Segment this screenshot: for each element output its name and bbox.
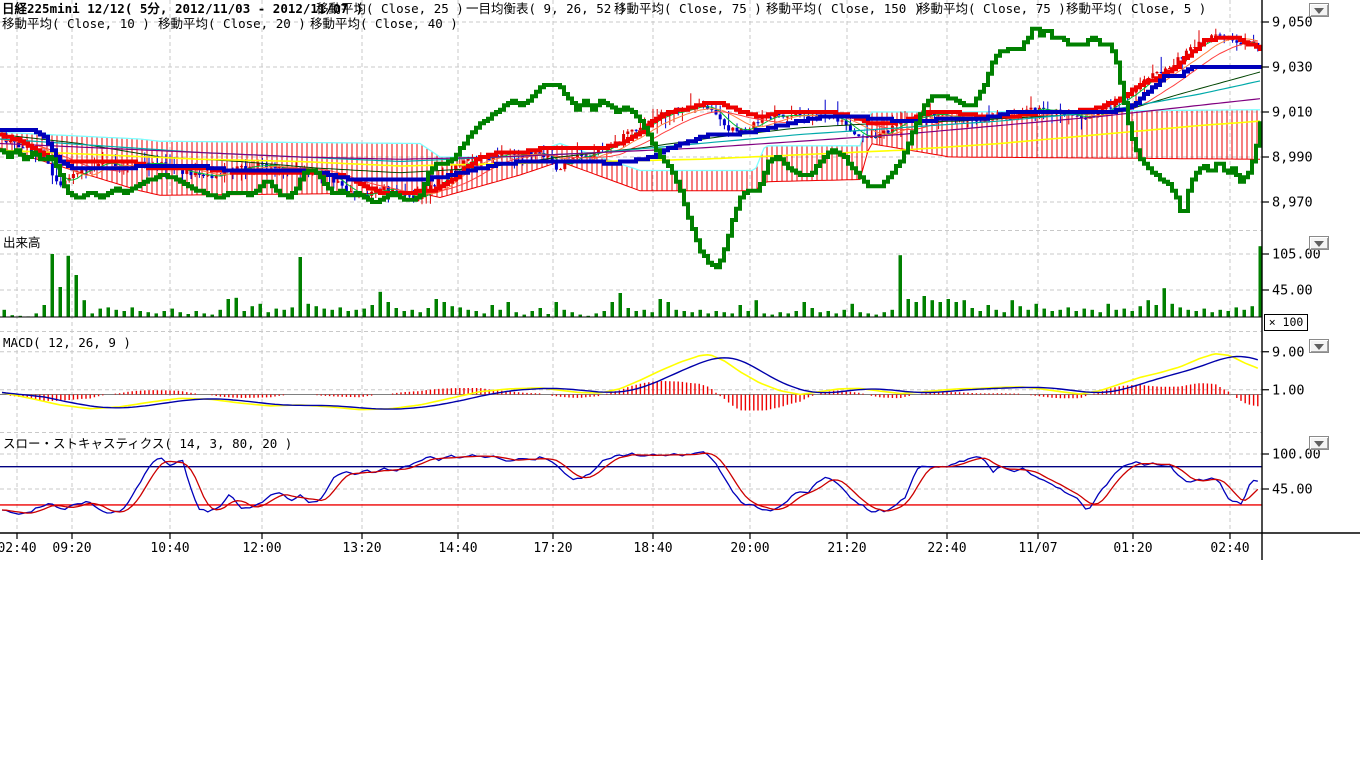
chevron-down-icon <box>1314 344 1324 350</box>
legend-ma-75b: 移動平均( Close, 75 ) <box>918 2 1066 16</box>
time-axis-label: 09:20 <box>52 541 91 556</box>
legend-ma-20: 移動平均( Close, 20 ) <box>158 17 306 31</box>
time-axis-label: 14:40 <box>438 541 477 556</box>
legend-ma-40: 移動平均( Close, 40 ) <box>310 17 458 31</box>
trading-chart-window: { "header": { "title": "日経225mini 12/12(… <box>0 0 1366 768</box>
value-axis-label: 8,970 <box>1272 195 1313 211</box>
macd-signal-line <box>2 357 1258 410</box>
volume-multiplier-badge: × 100 <box>1264 314 1308 331</box>
value-axis-label: 9,030 <box>1272 60 1313 76</box>
time-axis-label: 18:40 <box>633 541 672 556</box>
time-axis-label: 10:40 <box>150 541 189 556</box>
time-axis-label: 11/07 <box>1018 541 1057 556</box>
value-axis-label: 45.00 <box>1272 283 1313 299</box>
macd-histogram <box>10 381 1257 411</box>
value-axis-label: 8,990 <box>1272 150 1313 166</box>
legend-ma-10: 移動平均( Close, 10 ) <box>2 17 150 31</box>
time-axis-label: 13:20 <box>342 541 381 556</box>
stochastics-d-line <box>2 453 1258 513</box>
time-axis-label: 20:00 <box>730 541 769 556</box>
chart-canvas: 02:40 09:20 10:40 12:00 13:20 14:40 17:20 18:40… <box>0 0 1366 768</box>
stochastics-panel-label: スロー・ストキャスティクス( 14, 3, 80, 20 ) <box>3 433 292 452</box>
time-axis-label: 12:00 <box>242 541 281 556</box>
volume-panel-dropdown-button[interactable] <box>1309 236 1329 250</box>
value-axis-label: 9,010 <box>1272 105 1313 121</box>
ma-thick-green-line <box>0 29 1262 267</box>
stoch-panel-dropdown-button[interactable] <box>1309 436 1329 450</box>
volume-bars <box>3 246 1263 317</box>
chevron-down-icon <box>1314 8 1324 14</box>
legend-ma-150: 移動平均( Close, 150 ) <box>766 2 921 16</box>
ma-thick-blue-line <box>0 67 1262 180</box>
macd-panel-dropdown-button[interactable] <box>1309 339 1329 353</box>
time-axis-label: 02:40 <box>0 541 37 556</box>
legend-ma-5: 移動平均( Close, 5 ) <box>1066 2 1206 16</box>
legend-ma-25: 移動平均( Close, 25 ) <box>316 2 464 16</box>
time-axis-label: 01:20 <box>1113 541 1152 556</box>
value-axis-label: 9.00 <box>1272 344 1305 360</box>
value-axis-label: 45.00 <box>1272 482 1313 498</box>
time-axis-label: 02:40 <box>1210 541 1249 556</box>
chevron-down-icon <box>1314 441 1324 447</box>
time-axis-label: 22:40 <box>927 541 966 556</box>
legend-ma-75: 移動平均( Close, 75 ) <box>614 2 762 16</box>
macd-line <box>2 354 1258 410</box>
legend-ichimoku: 一目均衡表( 9, 26, 52 ) <box>466 2 626 16</box>
value-axis-label: 9,050 <box>1272 15 1313 31</box>
time-axis-label: 17:20 <box>533 541 572 556</box>
chart-title: 日経225mini 12/12( 5分, 2012/11/03 - 2012/1… <box>2 2 363 16</box>
chevron-down-icon <box>1314 241 1324 247</box>
candlestick-series <box>1 29 1260 205</box>
price-panel-dropdown-button[interactable] <box>1309 3 1329 17</box>
macd-panel-label: MACD( 12, 26, 9 ) <box>3 335 131 350</box>
volume-panel-label: 出来高 <box>3 232 41 251</box>
value-axis-label: 1.00 <box>1272 382 1305 398</box>
time-axis-label: 21:20 <box>827 541 866 556</box>
